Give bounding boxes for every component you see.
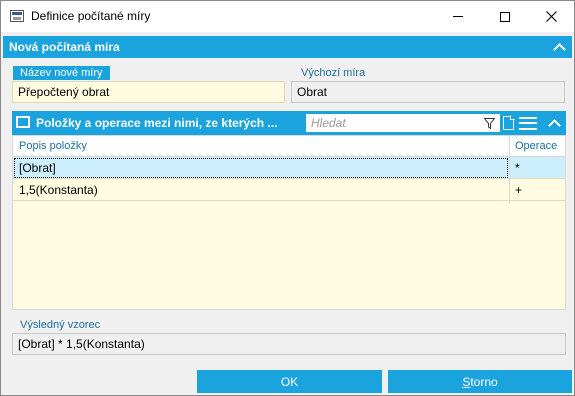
column-header-description[interactable]: Popis položky bbox=[19, 140, 87, 152]
base-measure-label: Výchozí míra bbox=[301, 67, 366, 79]
cell-operation[interactable]: * bbox=[515, 161, 520, 175]
result-label: Výsledný vzorec bbox=[20, 319, 101, 331]
search-input[interactable]: Hledat bbox=[306, 114, 500, 132]
window-title: Definice počítané míry bbox=[31, 9, 151, 23]
cell-description[interactable]: 1,5(Konstanta) bbox=[19, 183, 98, 197]
new-document-icon bbox=[502, 115, 515, 130]
column-header-operation[interactable]: Operace bbox=[515, 140, 557, 152]
menu-button[interactable] bbox=[518, 113, 538, 133]
close-button[interactable] bbox=[528, 1, 574, 32]
menu-icon bbox=[519, 116, 537, 130]
minimize-icon bbox=[453, 16, 463, 17]
table-row[interactable]: [Obrat] * bbox=[13, 157, 565, 179]
grid-header: Popis položky Operace bbox=[13, 136, 565, 157]
items-panel-title: Položky a operace mezi nimi, ze kterých … bbox=[36, 116, 278, 130]
storno-label: torno bbox=[470, 374, 498, 389]
maximize-icon bbox=[500, 11, 510, 22]
ok-button[interactable]: OK bbox=[197, 370, 382, 393]
book-icon bbox=[16, 116, 31, 129]
chevron-up-icon bbox=[552, 43, 566, 56]
dialog-window: Definice počítané míry Nová počítaná mír… bbox=[0, 0, 575, 396]
storno-accelerator: S bbox=[462, 374, 471, 389]
title-bar: Definice počítané míry bbox=[1, 1, 574, 32]
new-name-input[interactable]: Přepočtený obrat bbox=[12, 81, 285, 103]
search-placeholder: Hledat bbox=[311, 116, 346, 130]
section-collapse-button[interactable] bbox=[550, 38, 568, 56]
base-measure-field: Obrat bbox=[291, 81, 565, 103]
cell-operation[interactable]: + bbox=[515, 183, 522, 197]
items-panel-header: Položky a operace mezi nimi, ze kterých … bbox=[12, 111, 566, 135]
column-divider bbox=[509, 136, 510, 203]
new-item-button[interactable] bbox=[498, 113, 518, 133]
table-row[interactable]: 1,5(Konstanta) + bbox=[13, 179, 565, 201]
section-title: Nová počítaná míra bbox=[9, 40, 120, 54]
minimize-button[interactable] bbox=[435, 1, 481, 32]
section-header: Nová počítaná míra bbox=[3, 36, 572, 58]
maximize-button[interactable] bbox=[482, 1, 528, 32]
result-formula-field: [Obrat] * 1,5(Konstanta) bbox=[12, 333, 566, 355]
chevron-up-icon bbox=[547, 119, 561, 132]
close-icon bbox=[545, 11, 557, 22]
items-grid: Popis položky Operace [Obrat] * 1,5(Kons… bbox=[12, 135, 566, 310]
items-collapse-button[interactable] bbox=[545, 114, 563, 132]
storno-button[interactable]: Storno bbox=[388, 370, 572, 393]
app-window-icon bbox=[10, 10, 24, 22]
filter-icon[interactable] bbox=[484, 118, 495, 129]
cell-description[interactable]: [Obrat] bbox=[19, 161, 56, 175]
new-name-label: Název nové míry bbox=[13, 66, 110, 80]
focus-indicator bbox=[14, 158, 508, 178]
